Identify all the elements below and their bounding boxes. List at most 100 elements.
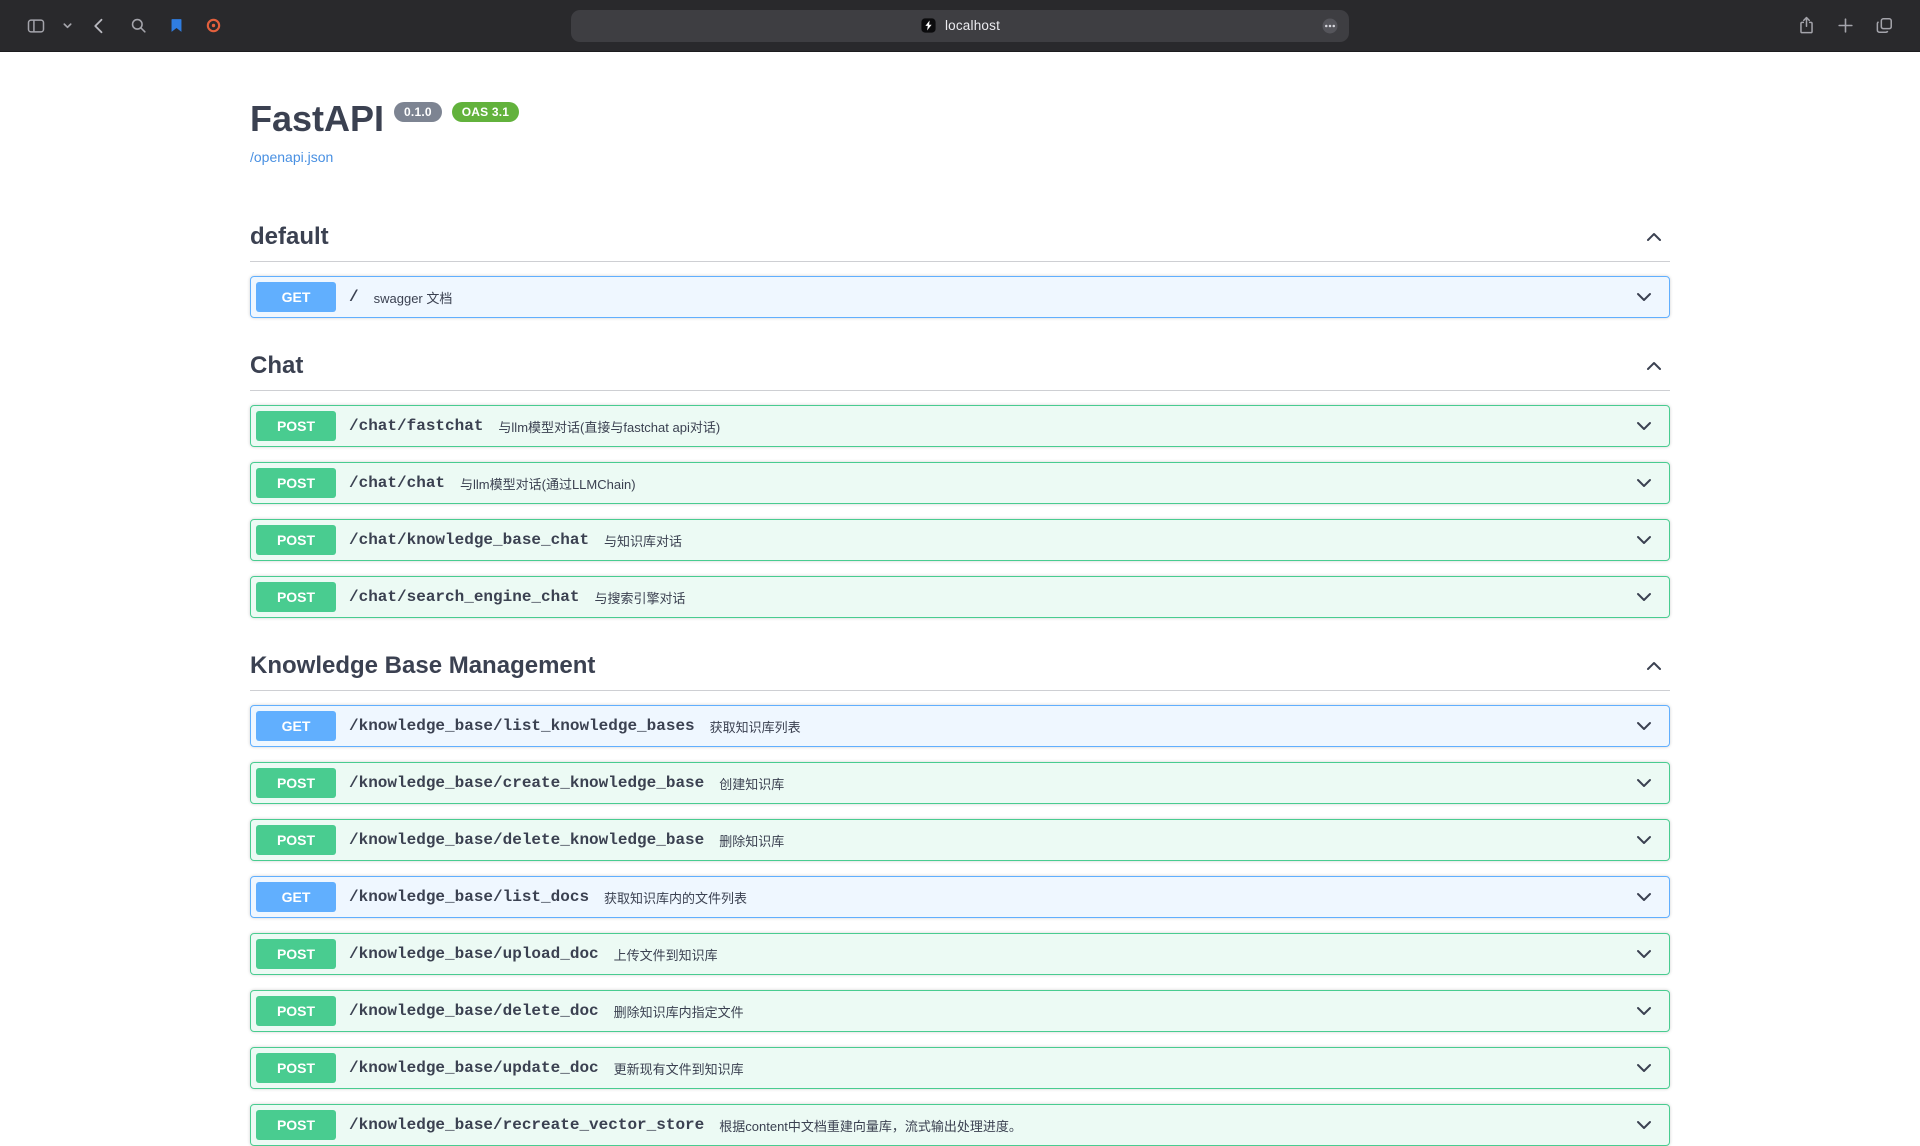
chevron-down-icon: [1634, 1058, 1654, 1078]
operation-path: /knowledge_base/update_doc: [349, 1059, 599, 1077]
api-section: default GET / swagger 文档: [250, 213, 1670, 318]
chevron-down-icon: [1634, 830, 1654, 850]
tabs-overview-icon: [1875, 16, 1894, 35]
extension-bookmark-button[interactable]: [162, 11, 191, 40]
operation-summary: 获取知识库列表: [710, 717, 1624, 736]
operation-row[interactable]: POST /chat/knowledge_base_chat 与知识库对话: [250, 519, 1670, 561]
section-header[interactable]: Knowledge Base Management: [250, 642, 1670, 691]
new-tab-button[interactable]: [1830, 10, 1861, 41]
operation-summary: 根据content中文档重建向量库，流式输出处理进度。: [719, 1116, 1624, 1135]
expand-operation-button[interactable]: [1624, 944, 1664, 964]
section-title: Knowledge Base Management: [250, 652, 595, 680]
operation-path: /knowledge_base/recreate_vector_store: [349, 1116, 704, 1134]
operation-row[interactable]: POST /knowledge_base/update_doc 更新现有文件到知…: [250, 1047, 1670, 1089]
sidebar-toggle-button[interactable]: [20, 10, 52, 42]
operation-path: /knowledge_base/list_knowledge_bases: [349, 717, 695, 735]
back-button[interactable]: [83, 10, 115, 42]
operation-path: /knowledge_base/list_docs: [349, 888, 589, 906]
chevron-down-icon: [1634, 530, 1654, 550]
operation-path: /knowledge_base/delete_knowledge_base: [349, 831, 704, 849]
chevron-down-icon: [1634, 416, 1654, 436]
collapse-section-button[interactable]: [1638, 652, 1670, 680]
method-badge: POST: [256, 468, 336, 498]
method-badge: POST: [256, 525, 336, 555]
method-badge: POST: [256, 1110, 336, 1140]
operation-row[interactable]: POST /chat/fastchat 与llm模型对话(直接与fastchat…: [250, 405, 1670, 447]
page-settings-button[interactable]: [1318, 14, 1342, 38]
collapse-section-button[interactable]: [1638, 223, 1670, 251]
operation-path: /chat/fastchat: [349, 417, 483, 435]
openapi-json-link[interactable]: /openapi.json: [250, 149, 333, 165]
operation-summary: 删除知识库内指定文件: [614, 1002, 1624, 1021]
operation-summary: 与知识库对话: [604, 531, 1624, 550]
section-header[interactable]: default: [250, 213, 1670, 262]
operation-path: /knowledge_base/upload_doc: [349, 945, 599, 963]
operation-row[interactable]: POST /chat/chat 与llm模型对话(通过LLMChain): [250, 462, 1670, 504]
expand-operation-button[interactable]: [1624, 530, 1664, 550]
method-badge: POST: [256, 996, 336, 1026]
swagger-ui: FastAPI 0.1.0 OAS 3.1 /openapi.json defa…: [230, 98, 1690, 1146]
operation-summary: 创建知识库: [719, 774, 1624, 793]
expand-operation-button[interactable]: [1624, 887, 1664, 907]
chevron-down-icon: [1634, 287, 1654, 307]
operation-summary: 删除知识库: [719, 831, 1624, 850]
collapse-section-button[interactable]: [1638, 352, 1670, 380]
search-button[interactable]: [123, 10, 154, 41]
operation-row[interactable]: POST /chat/search_engine_chat 与搜索引擎对话: [250, 576, 1670, 618]
share-button[interactable]: [1791, 10, 1822, 41]
expand-operation-button[interactable]: [1624, 716, 1664, 736]
method-badge: GET: [256, 882, 336, 912]
operation-path: /knowledge_base/create_knowledge_base: [349, 774, 704, 792]
operation-row[interactable]: POST /knowledge_base/recreate_vector_sto…: [250, 1104, 1670, 1146]
method-badge: POST: [256, 939, 336, 969]
method-badge: POST: [256, 411, 336, 441]
url-text: localhost: [945, 18, 1000, 33]
api-section: Knowledge Base Management GET /knowledge…: [250, 642, 1670, 1146]
chevron-up-icon: [1644, 356, 1664, 376]
expand-operation-button[interactable]: [1624, 830, 1664, 850]
target-icon: [205, 17, 222, 34]
expand-operation-button[interactable]: [1624, 473, 1664, 493]
operation-summary: 与llm模型对话(通过LLMChain): [460, 474, 1624, 493]
operation-row[interactable]: POST /knowledge_base/delete_knowledge_ba…: [250, 819, 1670, 861]
chevron-down-icon: [1634, 716, 1654, 736]
version-badge: 0.1.0: [394, 102, 442, 122]
section-header[interactable]: Chat: [250, 342, 1670, 391]
sidebar-icon: [26, 16, 46, 36]
address-bar[interactable]: localhost: [571, 10, 1349, 42]
tab-overview-button[interactable]: [1869, 10, 1900, 41]
operation-row[interactable]: GET /knowledge_base/list_knowledge_bases…: [250, 705, 1670, 747]
operation-row[interactable]: GET / swagger 文档: [250, 276, 1670, 318]
expand-operation-button[interactable]: [1624, 1001, 1664, 1021]
section-title: Chat: [250, 352, 303, 380]
method-badge: GET: [256, 282, 336, 312]
operation-row[interactable]: POST /knowledge_base/create_knowledge_ba…: [250, 762, 1670, 804]
browser-toolbar: localhost: [0, 0, 1920, 52]
method-badge: POST: [256, 768, 336, 798]
address-bar-content: localhost: [920, 17, 1000, 34]
operation-row[interactable]: POST /knowledge_base/upload_doc 上传文件到知识库: [250, 933, 1670, 975]
expand-operation-button[interactable]: [1624, 773, 1664, 793]
site-favicon-icon: [920, 17, 937, 34]
expand-operation-button[interactable]: [1624, 1058, 1664, 1078]
extension-target-button[interactable]: [199, 11, 228, 40]
operation-row[interactable]: GET /knowledge_base/list_docs 获取知识库内的文件列…: [250, 876, 1670, 918]
search-icon: [129, 16, 148, 35]
expand-operation-button[interactable]: [1624, 1115, 1664, 1135]
operation-path: /chat/chat: [349, 474, 445, 492]
operation-summary: 上传文件到知识库: [614, 945, 1624, 964]
expand-operation-button[interactable]: [1624, 416, 1664, 436]
operation-row[interactable]: POST /knowledge_base/delete_doc 删除知识库内指定…: [250, 990, 1670, 1032]
expand-operation-button[interactable]: [1624, 587, 1664, 607]
api-info: FastAPI 0.1.0 OAS 3.1 /openapi.json: [250, 98, 1670, 167]
api-section: Chat POST /chat/fastchat 与llm模型对话(直接与fas…: [250, 342, 1670, 618]
ellipsis-circle-icon: [1320, 16, 1340, 36]
operations-list: POST /chat/fastchat 与llm模型对话(直接与fastchat…: [250, 405, 1670, 618]
sidebar-menu-button[interactable]: [60, 16, 75, 35]
expand-operation-button[interactable]: [1624, 287, 1664, 307]
operation-path: /chat/knowledge_base_chat: [349, 531, 589, 549]
method-badge: POST: [256, 1053, 336, 1083]
operation-summary: 与llm模型对话(直接与fastchat api对话): [498, 417, 1624, 436]
share-icon: [1797, 16, 1816, 35]
chevron-down-icon: [1634, 1115, 1654, 1135]
